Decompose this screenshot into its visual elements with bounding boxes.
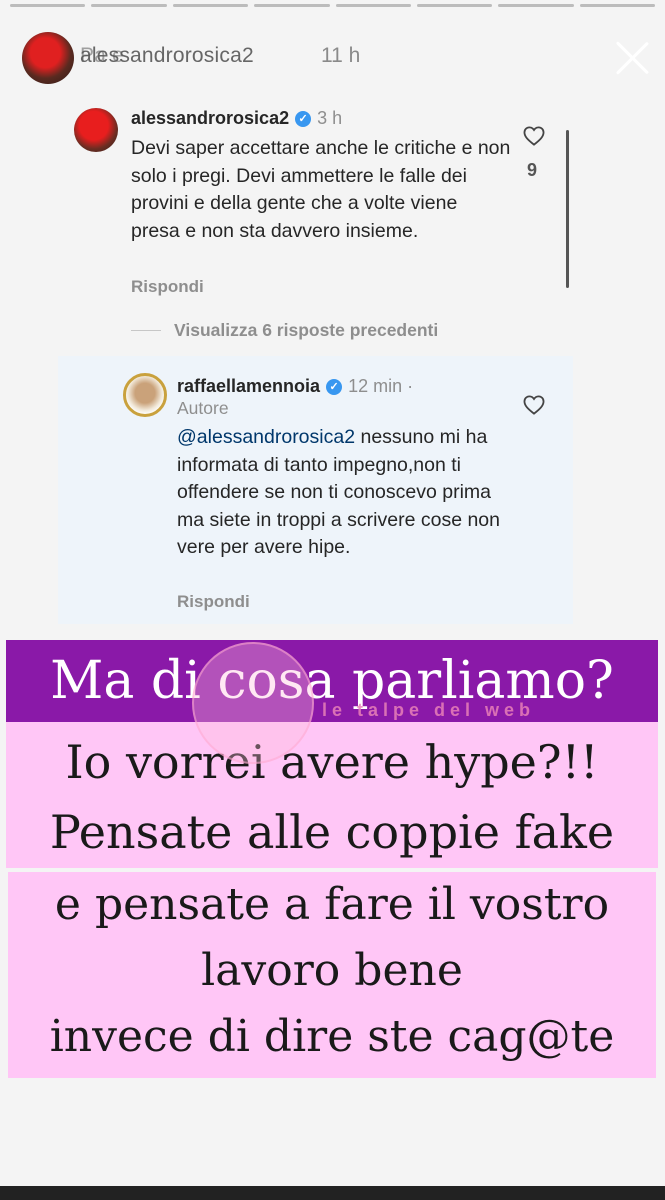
comment-avatar[interactable] bbox=[74, 108, 118, 152]
caption-line-4: e pensate a fare il vostro lavoro bene i… bbox=[8, 872, 656, 1078]
divider bbox=[131, 330, 161, 331]
reply-timestamp: 12 min · bbox=[348, 376, 414, 396]
caption-line-2: Io vorrei avere hype?!! bbox=[6, 722, 658, 802]
story-timestamp: 11 h bbox=[321, 44, 361, 67]
watermark-logo bbox=[192, 642, 314, 764]
reply-button[interactable]: Rispondi bbox=[177, 592, 250, 612]
caption-line-4b: lavoro bene bbox=[201, 945, 463, 996]
like-heart-icon[interactable] bbox=[523, 395, 545, 415]
caption-line-4a: e pensate a fare il vostro bbox=[54, 879, 610, 930]
story-author-avatar[interactable] bbox=[22, 32, 74, 84]
story-progress-bar bbox=[10, 4, 655, 7]
watermark-text: le talpe del web bbox=[322, 700, 536, 720]
comment-timestamp: 3 h bbox=[317, 108, 343, 128]
story-author-username[interactable]: Pa e alessandrorosica2 bbox=[80, 44, 254, 68]
story-ghost-text: Pa e bbox=[80, 44, 124, 67]
caption-line-3: Pensate alle coppie fake bbox=[6, 802, 658, 868]
comment-author[interactable]: alessandrorosica2 ✓ 3 h bbox=[131, 108, 342, 129]
view-previous-replies-button[interactable]: Visualizza 6 risposte precedenti bbox=[174, 320, 438, 341]
story-header: Pa e alessandrorosica2 11 h bbox=[0, 14, 665, 94]
scrollbar[interactable] bbox=[566, 130, 569, 288]
close-icon[interactable] bbox=[612, 38, 652, 78]
author-label: Autore bbox=[177, 398, 229, 418]
reply-text: @alessandrorosica2 nessuno mi ha informa… bbox=[177, 426, 500, 558]
reply-button[interactable]: Rispondi bbox=[131, 277, 204, 297]
comment-text: Devi saper accettare anche le critiche e… bbox=[131, 137, 511, 242]
verified-badge-icon: ✓ bbox=[326, 378, 343, 395]
like-heart-icon[interactable] bbox=[523, 126, 545, 146]
reply-avatar[interactable] bbox=[123, 373, 167, 417]
mention-link[interactable]: @alessandrorosica2 bbox=[177, 426, 355, 448]
bottom-bar bbox=[0, 1186, 665, 1200]
reply-author[interactable]: raffaellamennoia ✓ 12 min · bbox=[177, 376, 413, 397]
like-count: 9 bbox=[527, 160, 538, 180]
instagram-story: Pa e alessandrorosica2 11 h alessandroro… bbox=[0, 0, 665, 1200]
caption-line-4c: invece di dire ste cag@te bbox=[49, 1011, 615, 1062]
verified-badge-icon: ✓ bbox=[295, 110, 312, 127]
